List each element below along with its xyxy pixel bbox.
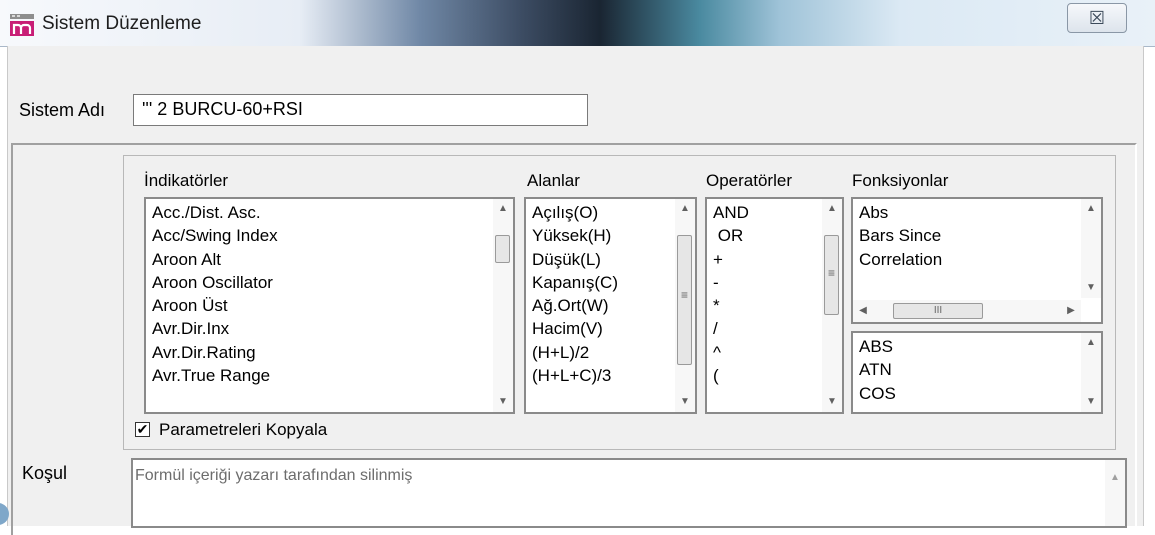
functions-header: Fonksiyonlar — [852, 171, 949, 190]
list-item[interactable]: Açılış(O) — [532, 201, 618, 224]
list-item[interactable]: COS — [859, 382, 896, 405]
title-bar[interactable]: Sistem Düzenleme ☒ — [0, 0, 1155, 47]
list-item[interactable]: - — [713, 271, 749, 294]
list-item[interactable]: Avr.True Range — [152, 364, 278, 387]
list-item[interactable]: / — [713, 317, 749, 340]
scroll-thumb[interactable]: ≡ — [677, 235, 692, 365]
operators-header: Operatörler — [706, 171, 792, 190]
list-item[interactable]: Hacim(V) — [532, 317, 618, 340]
window-title: Sistem Düzenleme — [42, 13, 202, 34]
list-item[interactable]: ( — [713, 364, 749, 387]
operators-list[interactable]: AND OR + - * / ^ ( ▲ ≡ ▼ — [705, 197, 844, 414]
list-item[interactable]: AND — [713, 201, 749, 224]
system-name-label: Sistem Adı — [19, 100, 106, 120]
list-item[interactable]: ^ — [713, 341, 749, 364]
formula-text: Formül içeriği yazarı tarafından silinmi… — [135, 467, 413, 484]
scroll-down-icon[interactable]: ▼ — [822, 392, 842, 412]
scroll-right-icon[interactable]: ▶ — [1061, 300, 1081, 322]
list-item[interactable]: * — [713, 294, 749, 317]
hscroll-thumb[interactable]: III — [893, 303, 983, 319]
list-item[interactable]: Kapanış(C) — [532, 271, 618, 294]
scroll-up-icon[interactable]: ▲ — [1105, 468, 1125, 488]
list-item[interactable]: Abs — [859, 201, 942, 224]
app-icon — [10, 14, 34, 36]
scroll-left-icon[interactable]: ◀ — [853, 300, 873, 322]
functions-scrollbar[interactable]: ▲ ▼ — [1081, 199, 1101, 298]
system-name-input[interactable]: ''' 2 BURCU-60+RSI — [133, 94, 588, 126]
checkbox-check-icon: ✔ — [136, 421, 149, 437]
list-item[interactable]: + — [713, 248, 749, 271]
scroll-up-icon[interactable]: ▲ — [493, 199, 513, 219]
copy-params-label[interactable]: Parametreleri Kopyala — [159, 420, 327, 440]
fields-list[interactable]: Açılış(O) Yüksek(H) Düşük(L) Kapanış(C) … — [524, 197, 697, 414]
scroll-thumb[interactable]: ≡ — [824, 235, 839, 315]
list-item[interactable]: Acc/Swing Index — [152, 224, 278, 247]
functions-hscrollbar[interactable]: ◀ III ▶ — [853, 300, 1081, 322]
list-item[interactable]: ABS — [859, 335, 896, 358]
copy-params-checkbox[interactable]: ✔ — [135, 422, 150, 437]
list-item[interactable]: Aroon Üst — [152, 294, 278, 317]
indicators-header: İndikatörler — [144, 171, 229, 190]
list-item[interactable]: Bars Since — [859, 224, 942, 247]
list-item[interactable]: Düşük(L) — [532, 248, 618, 271]
grip-icon: III — [933, 305, 943, 316]
list-item[interactable]: (H+L)/2 — [532, 341, 618, 364]
function-names-scrollbar[interactable]: ▲ ▼ — [1081, 333, 1101, 412]
list-item[interactable]: Aroon Alt — [152, 248, 278, 271]
list-item[interactable]: Correlation — [859, 248, 942, 271]
list-item[interactable]: (H+L+C)/3 — [532, 364, 618, 387]
operators-scrollbar[interactable]: ▲ ≡ ▼ — [822, 199, 842, 412]
grip-icon: ≡ — [827, 266, 835, 280]
scroll-down-icon[interactable]: ▼ — [1081, 278, 1101, 298]
scroll-up-icon[interactable]: ▲ — [822, 199, 842, 219]
system-name-value: ''' 2 BURCU-60+RSI — [142, 99, 303, 119]
close-button[interactable]: ☒ — [1067, 3, 1127, 33]
close-icon: ☒ — [1088, 7, 1106, 28]
list-item[interactable]: Aroon Oscillator — [152, 271, 278, 294]
scroll-down-icon[interactable]: ▼ — [675, 392, 695, 412]
formula-scrollbar[interactable]: ▲ — [1105, 460, 1125, 526]
functions-list[interactable]: Abs Bars Since Correlation ▲ ▼ ◀ III ▶ — [851, 197, 1103, 324]
indicators-list[interactable]: Acc./Dist. Asc. Acc/Swing Index Aroon Al… — [144, 197, 515, 414]
condition-label: Koşul — [22, 463, 68, 483]
fields-scrollbar[interactable]: ▲ ≡ ▼ — [675, 199, 695, 412]
scroll-up-icon[interactable]: ▲ — [1081, 199, 1101, 219]
indicators-scrollbar[interactable]: ▲ ▼ — [493, 199, 513, 412]
function-names-list[interactable]: ABS ATN COS ▲ ▼ — [851, 331, 1103, 414]
list-item[interactable]: Ağ.Ort(W) — [532, 294, 618, 317]
grip-icon: ≡ — [680, 288, 688, 302]
list-item[interactable]: Acc./Dist. Asc. — [152, 201, 278, 224]
list-item[interactable]: Avr.Dir.Inx — [152, 317, 278, 340]
scroll-thumb[interactable] — [495, 235, 510, 263]
scroll-up-icon[interactable]: ▲ — [675, 199, 695, 219]
list-item[interactable]: Avr.Dir.Rating — [152, 341, 278, 364]
scroll-down-icon[interactable]: ▼ — [493, 392, 513, 412]
scroll-up-icon[interactable]: ▲ — [1081, 333, 1101, 353]
fields-header: Alanlar — [527, 171, 580, 190]
scroll-down-icon[interactable]: ▼ — [1081, 392, 1101, 412]
list-item[interactable]: ATN — [859, 358, 896, 381]
formula-textarea[interactable]: Formül içeriği yazarı tarafından silinmi… — [131, 458, 1127, 528]
list-item[interactable]: OR — [713, 224, 749, 247]
list-item[interactable]: Yüksek(H) — [532, 224, 618, 247]
